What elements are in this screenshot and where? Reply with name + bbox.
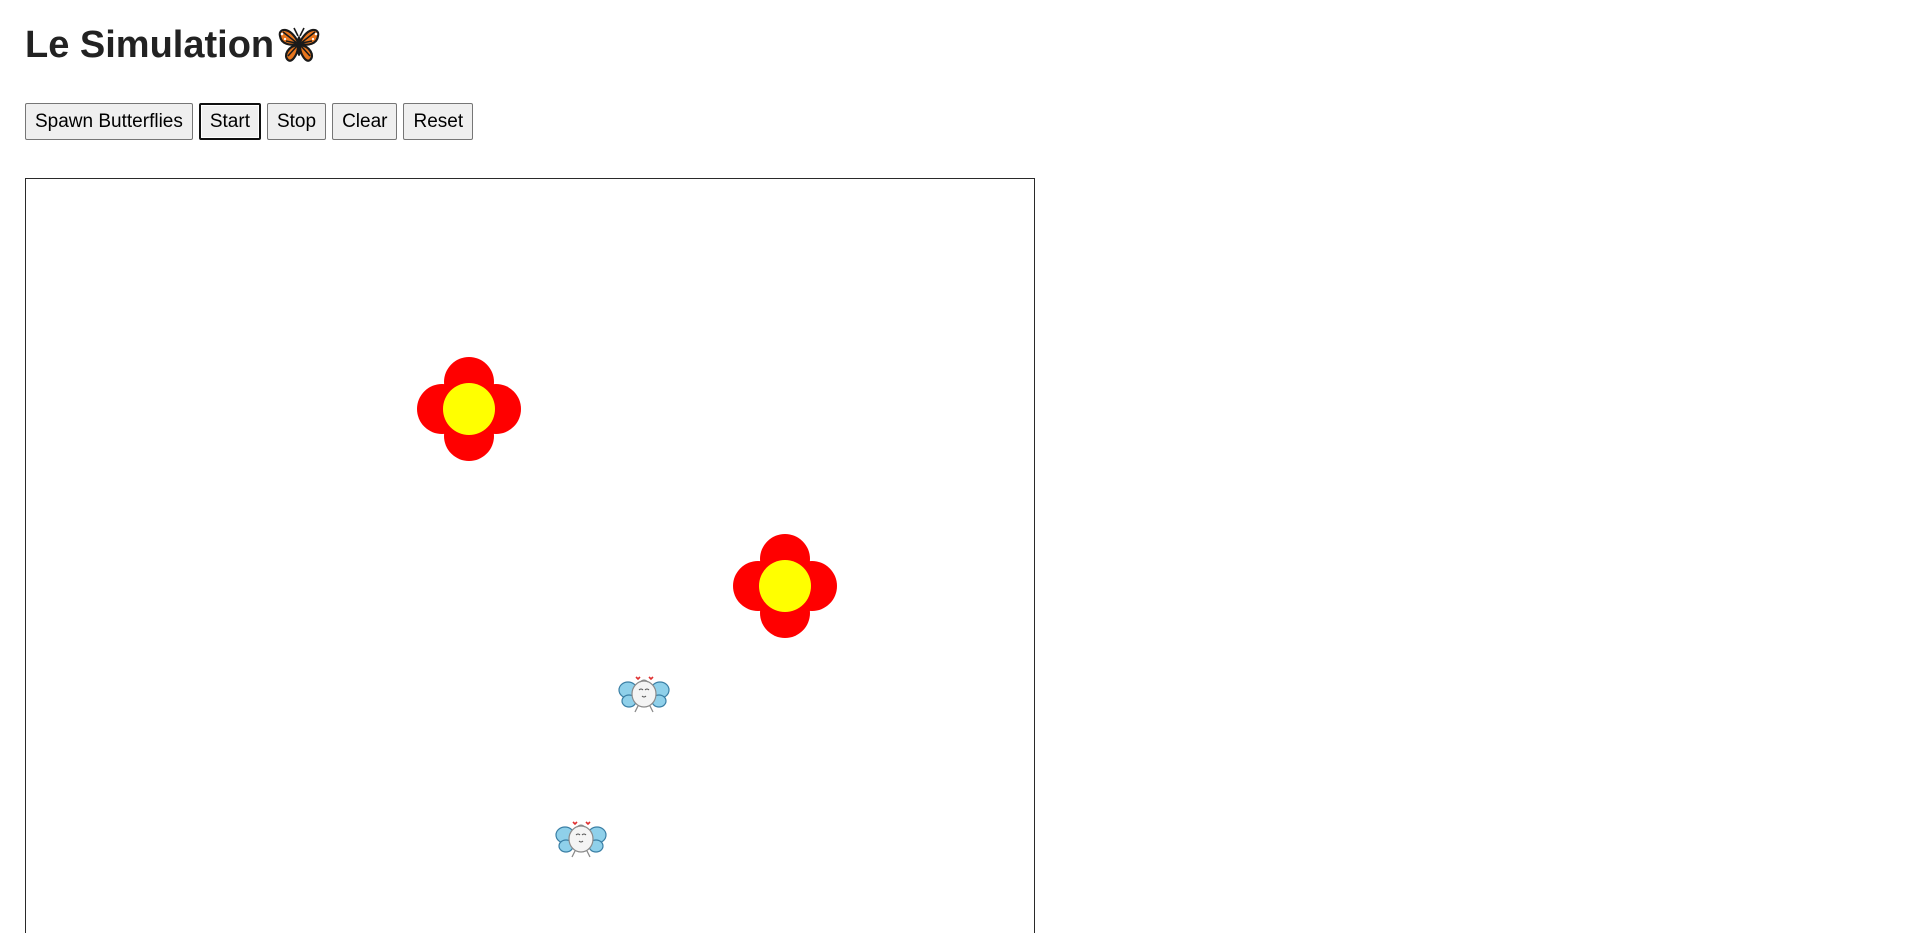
flower — [733, 534, 837, 638]
title-row: Le Simulation — [25, 20, 322, 70]
butterfly-icon — [276, 22, 322, 68]
flower-center — [443, 383, 495, 435]
page-title: Le Simulation — [25, 24, 275, 66]
simulation-canvas[interactable] — [25, 178, 1035, 933]
flower — [417, 357, 521, 461]
flower-center — [759, 560, 811, 612]
stop-button[interactable]: Stop — [266, 103, 327, 140]
cartoon-butterfly-sprite — [553, 817, 609, 861]
reset-button[interactable]: Reset — [403, 103, 474, 140]
start-button[interactable]: Start — [198, 103, 261, 140]
spawn-butterflies-button[interactable]: Spawn Butterflies — [25, 103, 193, 140]
cartoon-butterfly-sprite — [616, 672, 672, 716]
toolbar: Spawn Butterflies Start Stop Clear Reset — [25, 103, 474, 140]
clear-button[interactable]: Clear — [332, 103, 398, 140]
